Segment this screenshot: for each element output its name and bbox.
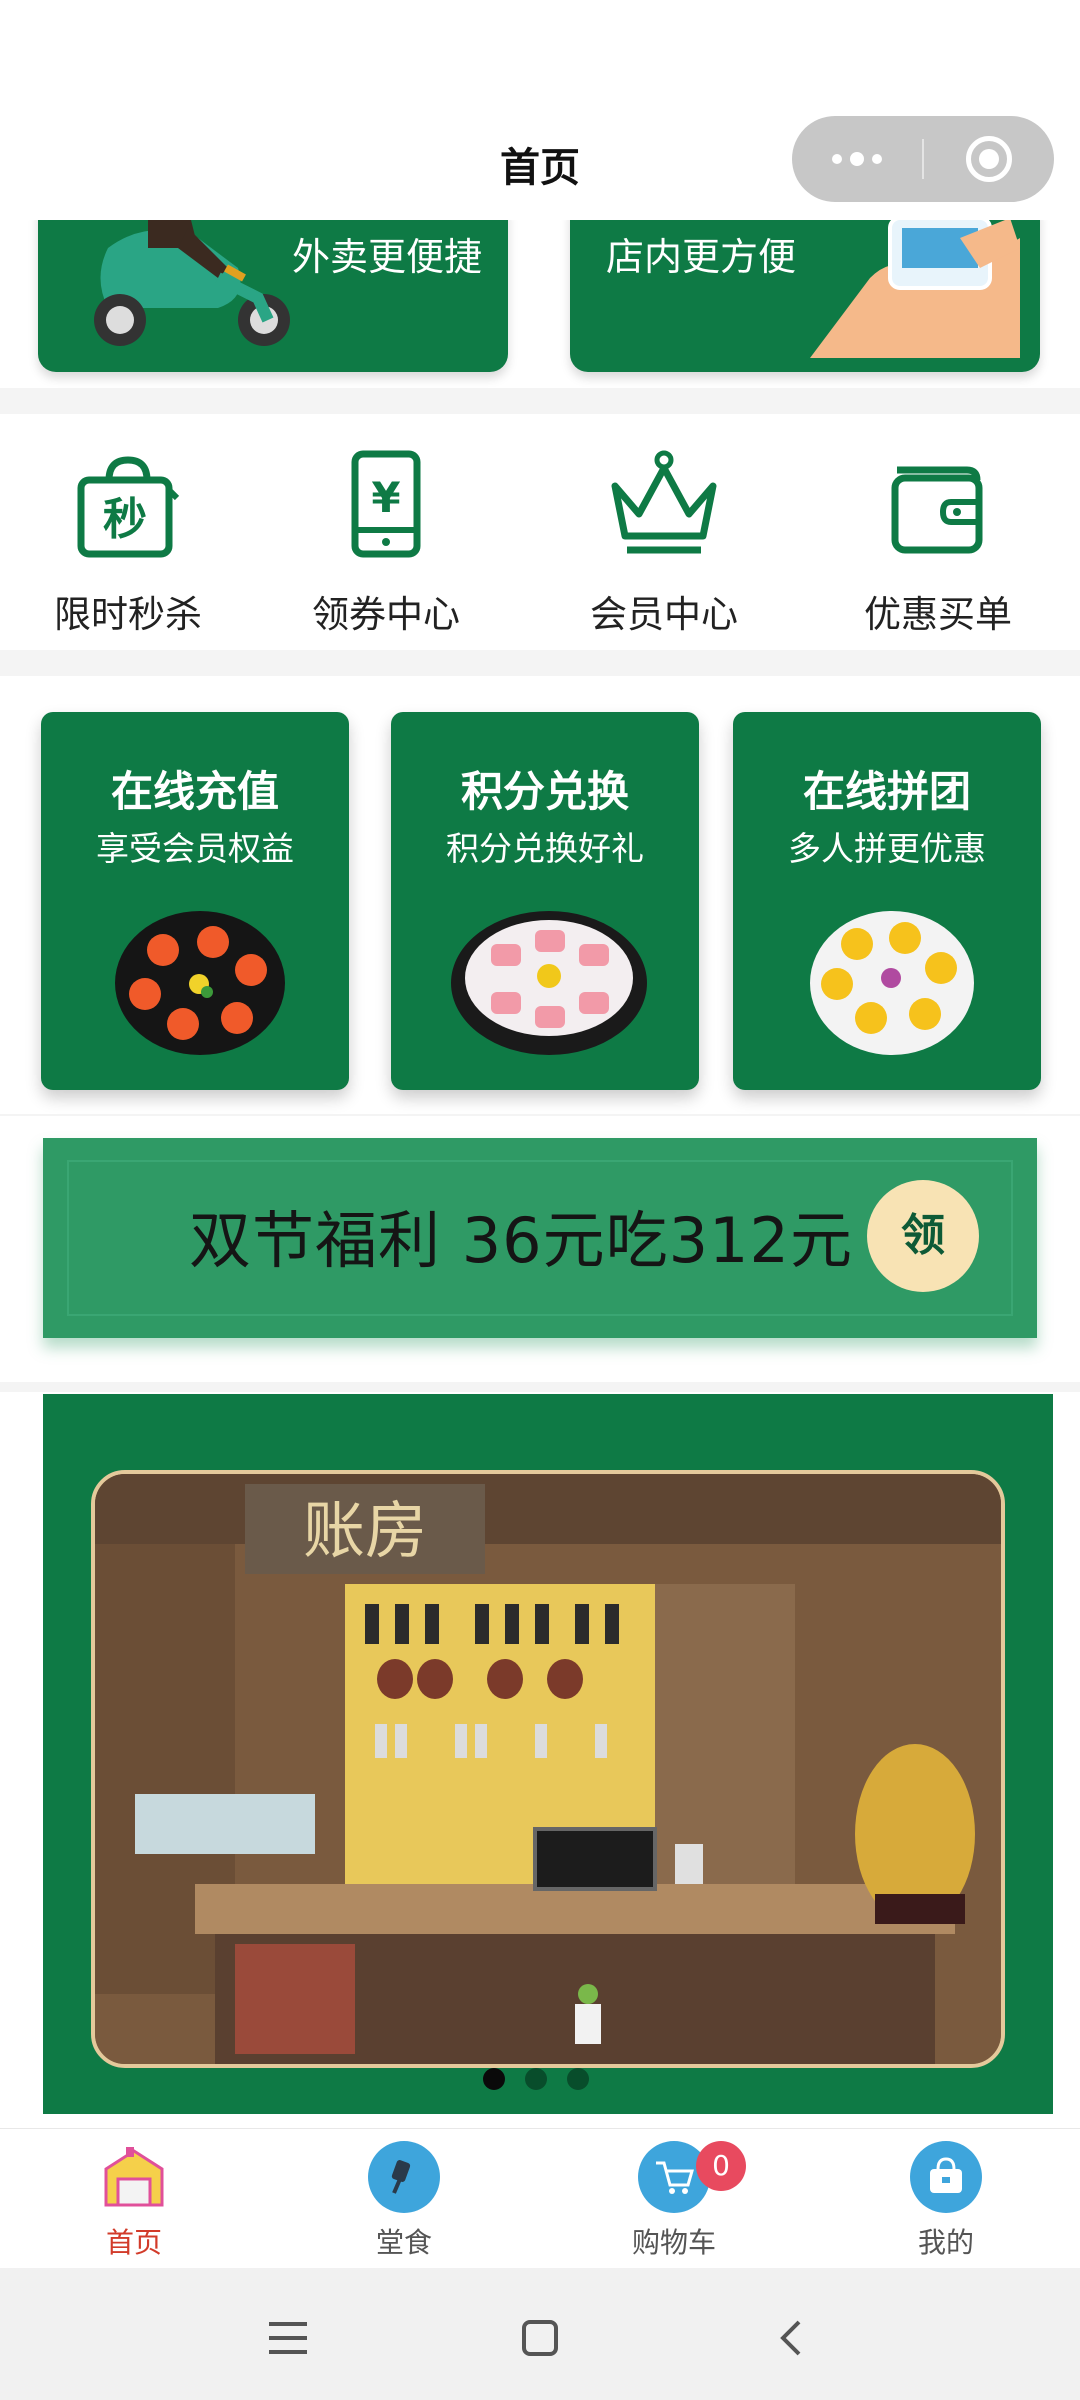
menu-item-pay[interactable]: 优惠买单 (818, 434, 1058, 636)
store-sign-text: 账房 (303, 1494, 427, 1567)
claim-button[interactable]: 领 (867, 1180, 979, 1292)
status-bar (0, 0, 1080, 110)
record-circle-icon (966, 136, 1012, 182)
scooter-icon (94, 220, 290, 346)
delivery-card[interactable]: 外卖更便捷 (38, 220, 508, 372)
meat-roll-dish-image (451, 911, 647, 1055)
home-button[interactable] (510, 2308, 570, 2368)
carousel-indicator (483, 2068, 589, 2090)
tab-home[interactable]: 首页 (34, 2141, 234, 2267)
quick-menu: 秒 限时秒杀 ¥ 领券中心 会员中心 优惠买单 (0, 414, 1080, 650)
tab-label: 堂食 (375, 2226, 432, 2259)
tab-profile[interactable]: 我的 (846, 2141, 1046, 2267)
promo-banner[interactable]: 双节福利 36元吃312元 领 (43, 1138, 1037, 1338)
chevron-left-icon (780, 2320, 801, 2356)
square-icon (522, 2320, 558, 2356)
cart-badge: 0 (696, 2141, 746, 2191)
back-button[interactable] (762, 2308, 822, 2368)
delivery-label: 外卖更便捷 (292, 235, 483, 279)
more-options-button[interactable] (792, 116, 922, 202)
crown-icon (611, 450, 717, 554)
tab-label: 购物车 (631, 2226, 716, 2259)
feature-card-group-buy[interactable]: 在线拼团 多人拼更优惠 (733, 712, 1041, 1090)
home-icon (98, 2141, 170, 2213)
more-dot-icon (832, 154, 842, 164)
close-miniprogram-button[interactable] (924, 116, 1054, 202)
feature-card-recharge[interactable]: 在线充值 享受会员权益 (41, 712, 349, 1090)
menu-lines-icon (269, 2322, 307, 2354)
chick-dessert-image (810, 911, 974, 1055)
order-mode-section: 外卖更便捷 店内更方便 (0, 220, 1080, 388)
feature-cards: 在线充值 享受会员权益 积分兑换 积分兑换好礼 在线拼团 多人拼更优惠 (0, 676, 1080, 1114)
coupon-phone-icon: ¥ (351, 450, 421, 558)
feature-title: 积分兑换 (460, 767, 629, 816)
carousel-dot-active[interactable] (483, 2068, 505, 2090)
feature-subtitle: 多人拼更优惠 (788, 829, 986, 868)
profile-bag-icon (910, 2141, 982, 2213)
nav-header: 首页 (0, 110, 1080, 220)
carousel-dot[interactable] (525, 2068, 547, 2090)
tab-dine-in[interactable]: 堂食 (304, 2141, 504, 2267)
menu-label: 会员中心 (590, 593, 738, 636)
feature-card-points[interactable]: 积分兑换 积分兑换好礼 (391, 712, 699, 1090)
feature-title: 在线拼团 (802, 767, 971, 816)
menu-label: 领券中心 (312, 593, 460, 636)
menu-label: 限时秒杀 (54, 593, 202, 636)
tomato-dish-image (115, 911, 285, 1055)
menu-item-flash-sale[interactable]: 秒 限时秒杀 (8, 434, 248, 636)
store-banner-section: 账房 (0, 1392, 1080, 2128)
feature-title: 在线充值 (110, 767, 279, 816)
dine-in-icon (368, 2141, 440, 2213)
store-counter-image: 账房 (95, 1474, 1001, 2064)
bottom-tab-bar: 首页 堂食 0 购物车 我的 (0, 2128, 1080, 2268)
menu-item-coupons[interactable]: ¥ 领券中心 (266, 434, 506, 636)
feature-subtitle: 享受会员权益 (96, 829, 294, 868)
menu-item-membership[interactable]: 会员中心 (544, 434, 784, 636)
store-carousel[interactable]: 账房 (43, 1394, 1053, 2114)
promo-text: 双节福利 36元吃312元 (189, 1204, 853, 1277)
wallet-icon (891, 466, 983, 554)
dine-in-label: 店内更方便 (606, 235, 797, 279)
flash-sale-glyph: 秒 (103, 494, 147, 545)
promo-section: 双节福利 36元吃312元 领 (0, 1116, 1080, 1382)
store-photo: 账房 (91, 1470, 1005, 2068)
phone-hand-icon (810, 220, 1020, 358)
menu-label: 优惠买单 (864, 593, 1012, 636)
miniprogram-capsule (792, 116, 1054, 202)
carousel-dot[interactable] (567, 2068, 589, 2090)
recent-apps-button[interactable] (258, 2308, 318, 2368)
dine-in-card[interactable]: 店内更方便 (570, 220, 1040, 372)
yen-glyph: ¥ (371, 473, 400, 522)
tab-label: 首页 (105, 2226, 162, 2259)
tab-cart[interactable]: 0 购物车 (574, 2141, 774, 2267)
flash-sale-bag-icon: 秒 (77, 456, 180, 558)
tab-label: 我的 (917, 2226, 974, 2259)
system-nav-bar (0, 2268, 1080, 2400)
more-dot-icon (872, 154, 882, 164)
more-dot-icon (850, 152, 864, 166)
feature-subtitle: 积分兑换好礼 (446, 829, 644, 868)
